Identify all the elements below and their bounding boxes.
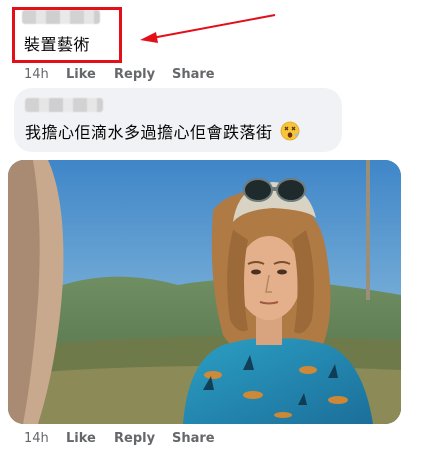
redacted-reply-author-name[interactable] [25, 98, 103, 112]
reply-gif-image[interactable] [8, 160, 401, 424]
red-highlight-box [12, 7, 122, 63]
comment-timestamp[interactable]: 14h [24, 430, 49, 448]
dizzy-face-emoji-icon [280, 121, 300, 145]
like-button[interactable]: Like [66, 430, 96, 448]
reply-comment-actions: 14h Like Reply Share [24, 430, 224, 448]
reply-comment-body: 我擔心佢滴水多過擔心佢會跌落街 [25, 121, 300, 145]
reply-comment-text: 我擔心佢滴水多過擔心佢會跌落街 [25, 123, 273, 142]
comment-timestamp[interactable]: 14h [24, 66, 49, 84]
like-button[interactable]: Like [66, 66, 96, 84]
share-button[interactable]: Share [172, 430, 215, 448]
reply-button[interactable]: Reply [114, 66, 155, 84]
reply-button[interactable]: Reply [114, 430, 155, 448]
share-button[interactable]: Share [172, 66, 215, 84]
top-comment-actions: 14h Like Reply Share [24, 66, 224, 84]
red-arrow-annotation-icon [140, 14, 276, 43]
